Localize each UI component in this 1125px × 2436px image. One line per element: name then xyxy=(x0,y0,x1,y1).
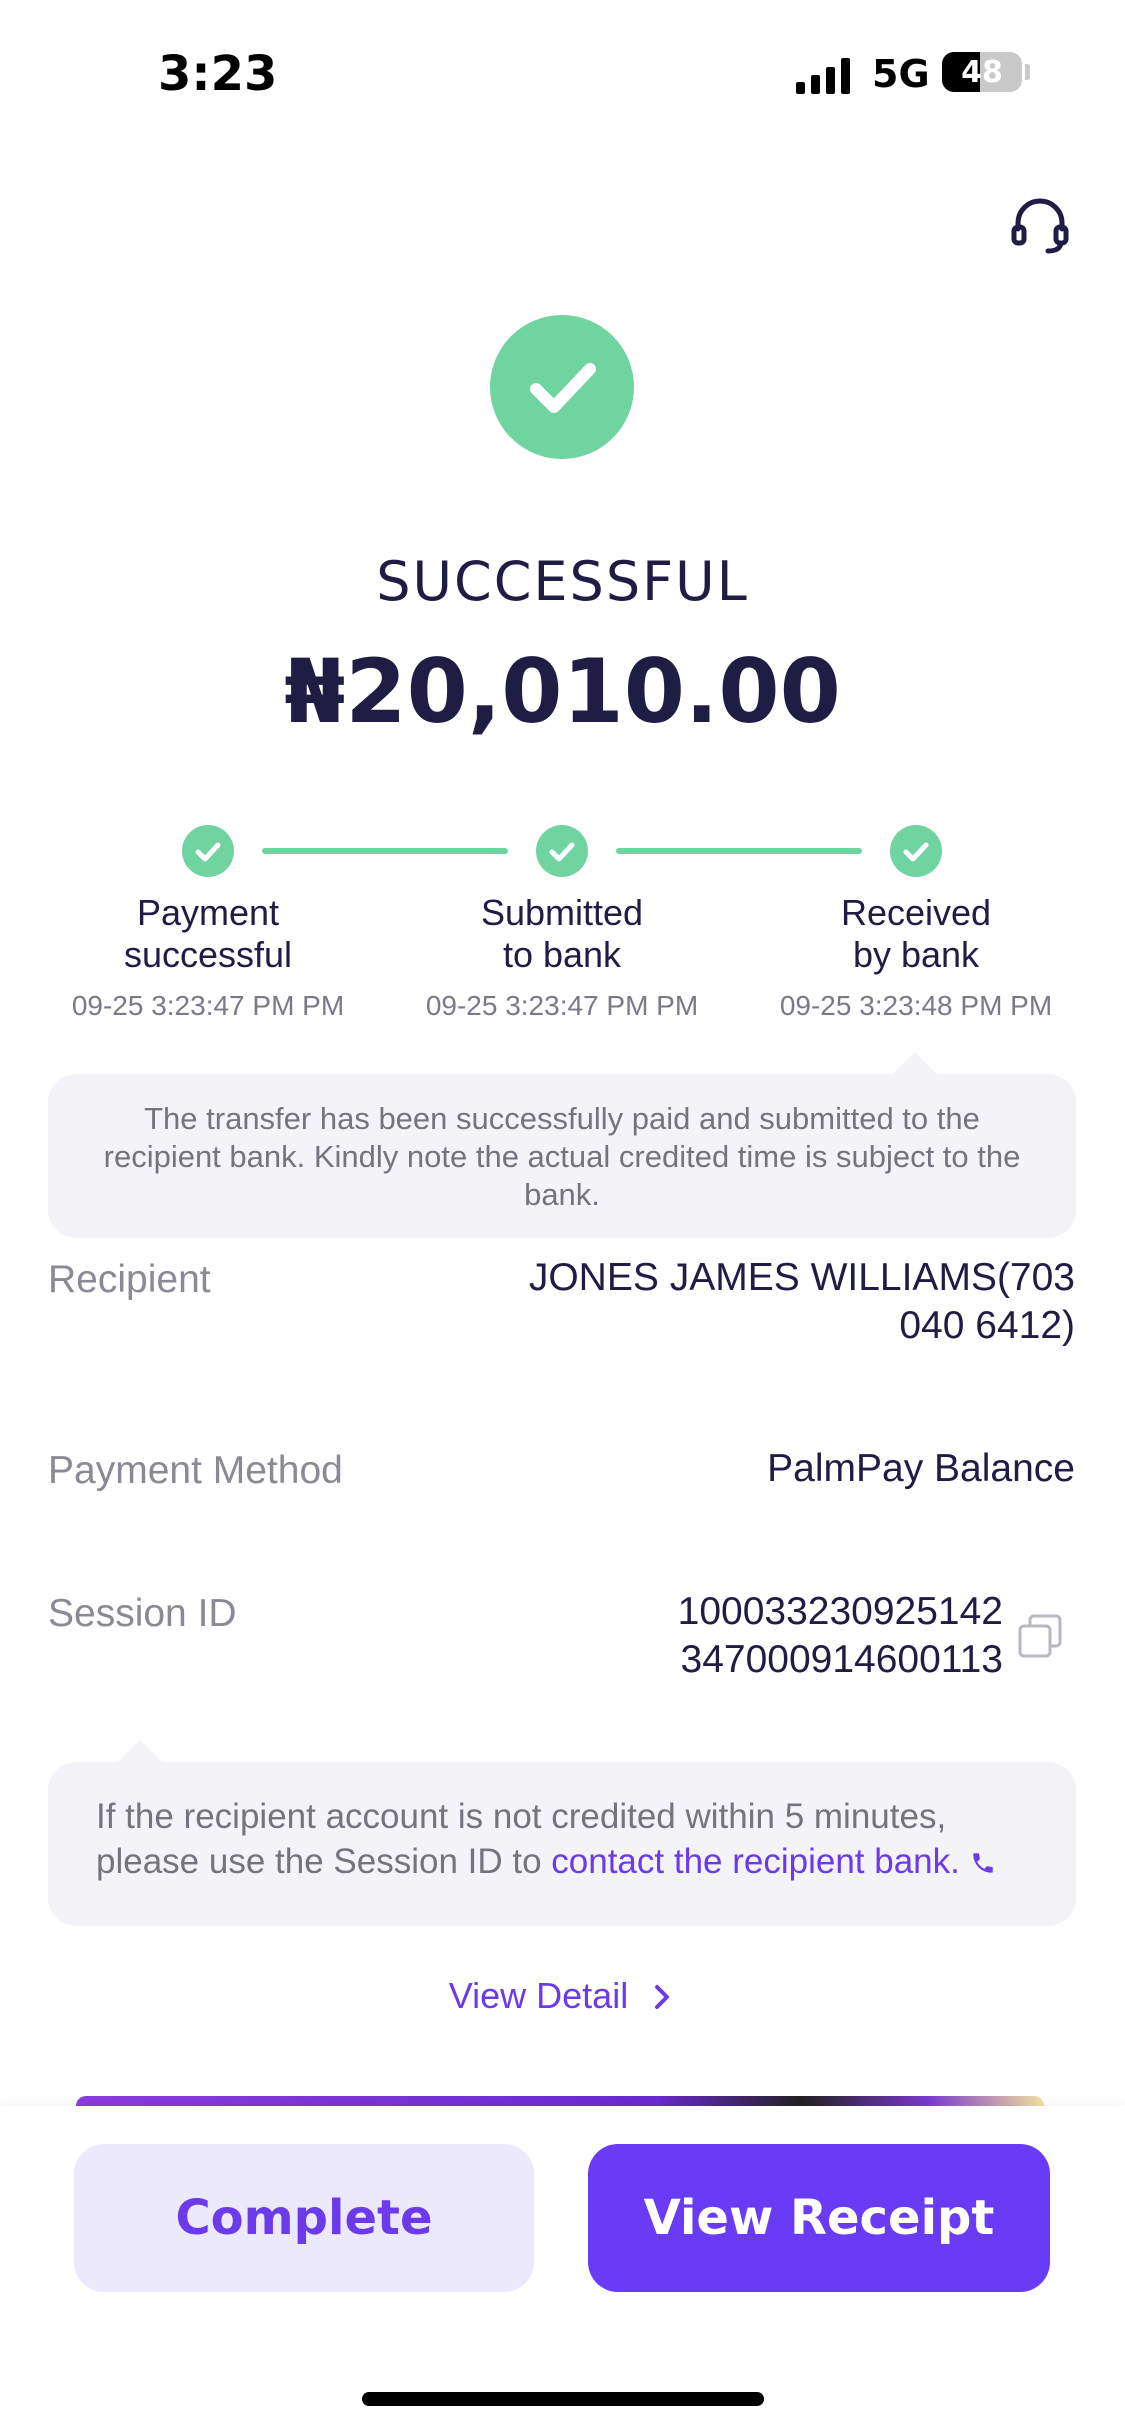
step-label: Submitted to bank xyxy=(480,892,644,975)
payment-method-value: PalmPay Balance xyxy=(767,1447,1075,1490)
view-receipt-button[interactable]: View Receipt xyxy=(588,2144,1050,2292)
network-type: 5G xyxy=(872,52,930,96)
phone-icon[interactable] xyxy=(970,1850,996,1876)
view-detail-label: View Detail xyxy=(448,1975,629,2016)
step-time: 09-25 3:23:48 PM PM xyxy=(779,990,1053,1021)
battery-cap xyxy=(1025,64,1030,80)
notice-pointer xyxy=(893,1052,937,1074)
session-id-value: 100033230925142 347000914600113 xyxy=(583,1588,1003,1684)
contact-bank-link[interactable]: contact the recipient bank. xyxy=(551,1842,960,1881)
check-circle-icon xyxy=(490,315,634,459)
complete-button[interactable]: Complete xyxy=(74,2144,534,2292)
notice-pointer xyxy=(118,1740,162,1762)
session-id-line: 100033230925142 xyxy=(677,1590,1003,1633)
chevron-right-icon xyxy=(655,1985,670,2009)
session-id-line: 347000914600113 xyxy=(680,1638,1003,1681)
session-id-label: Session ID xyxy=(48,1592,237,1635)
step-received-check-icon xyxy=(890,825,942,877)
progress-line xyxy=(262,848,508,854)
session-notice: If the recipient account is not credited… xyxy=(48,1762,1076,1926)
step-submitted-check-icon xyxy=(536,825,588,877)
battery-percent: 48 xyxy=(961,55,1003,90)
status-time: 3:23 xyxy=(158,46,278,102)
signal-icon xyxy=(796,58,850,94)
step-label: Payment successful xyxy=(123,892,293,975)
battery-icon: 48 xyxy=(942,52,1022,92)
progress-line xyxy=(616,848,862,854)
headset-icon[interactable] xyxy=(1010,195,1070,255)
payment-method-label: Payment Method xyxy=(48,1449,343,1492)
copy-icon[interactable] xyxy=(1016,1612,1064,1660)
recipient-label: Recipient xyxy=(48,1258,211,1301)
step-time: 09-25 3:23:47 PM PM xyxy=(425,990,699,1021)
view-detail-link[interactable]: View Detail xyxy=(0,1975,1125,2017)
amount: ₦20,010.00 xyxy=(284,640,841,743)
status-title: SUCCESSFUL xyxy=(376,550,749,613)
step-label: Received by bank xyxy=(840,892,992,975)
step-time: 09-25 3:23:47 PM PM xyxy=(71,990,345,1021)
recipient-value: JONES JAMES WILLIAMS(703 040 6412) xyxy=(528,1256,1075,1347)
step-payment-check-icon xyxy=(182,825,234,877)
transfer-notice: The transfer has been successfully paid … xyxy=(48,1074,1076,1238)
home-indicator xyxy=(362,2392,764,2406)
